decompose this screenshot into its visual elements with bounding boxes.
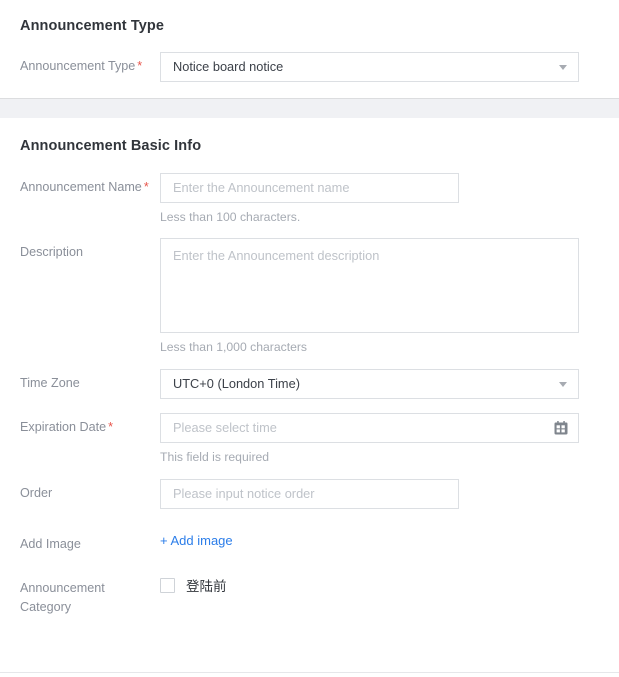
add-image-link[interactable]: + Add image bbox=[160, 530, 233, 548]
label-time-zone-text: Time Zone bbox=[20, 376, 80, 390]
time-zone-value: UTC+0 (London Time) bbox=[173, 376, 300, 391]
label-announcement-category-text: Announcement Category bbox=[20, 581, 105, 614]
helper-description: Less than 1,000 characters bbox=[160, 333, 619, 355]
label-description-text: Description bbox=[20, 245, 83, 259]
helper-expiration-date: This field is required bbox=[160, 443, 619, 465]
time-zone-select[interactable]: UTC+0 (London Time) bbox=[160, 369, 579, 399]
label-announcement-name-text: Announcement Name bbox=[20, 180, 142, 194]
label-announcement-type-text: Announcement Type bbox=[20, 59, 135, 73]
label-expiration-date-text: Expiration Date bbox=[20, 420, 106, 434]
label-add-image-text: Add Image bbox=[20, 537, 81, 551]
form-row-announcement-type: Announcement Type* Notice board notice bbox=[0, 52, 619, 82]
form-row-announcement-name: Announcement Name* Enter the Announcemen… bbox=[0, 173, 619, 225]
section-announcement-basic-info: Announcement Basic Info Announcement Nam… bbox=[0, 118, 619, 617]
order-input[interactable]: Please input notice order bbox=[160, 479, 459, 509]
announcement-name-input[interactable]: Enter the Announcement name bbox=[160, 173, 459, 203]
section-title-announcement-type: Announcement Type bbox=[0, 0, 619, 34]
label-expiration-date: Expiration Date* bbox=[20, 413, 160, 435]
form-row-add-image: Add Image + Add image bbox=[0, 530, 619, 552]
bottom-divider bbox=[0, 672, 619, 673]
control-announcement-name: Enter the Announcement name Less than 10… bbox=[160, 173, 619, 225]
form-row-description: Description Enter the Announcement descr… bbox=[0, 238, 619, 355]
control-announcement-type: Notice board notice bbox=[160, 52, 619, 82]
label-time-zone: Time Zone bbox=[20, 369, 160, 391]
label-order: Order bbox=[20, 479, 160, 501]
control-add-image: + Add image bbox=[160, 530, 619, 550]
section-title-announcement-basic-info: Announcement Basic Info bbox=[0, 118, 619, 154]
control-description: Enter the Announcement description Less … bbox=[160, 238, 619, 355]
announcement-type-value: Notice board notice bbox=[173, 59, 283, 74]
form-row-announcement-category: Announcement Category 登陆前 bbox=[0, 573, 619, 617]
checkbox-label-denglu-qian: 登陆前 bbox=[186, 575, 227, 595]
helper-announcement-name: Less than 100 characters. bbox=[160, 203, 619, 225]
announcement-type-select[interactable]: Notice board notice bbox=[160, 52, 579, 82]
checkbox-denglu-qian[interactable] bbox=[160, 578, 175, 593]
expiration-date-placeholder-text: Please select time bbox=[173, 420, 277, 435]
control-time-zone: UTC+0 (London Time) bbox=[160, 369, 619, 399]
section-divider-band bbox=[0, 98, 619, 118]
required-asterisk: * bbox=[108, 420, 113, 434]
section-announcement-type: Announcement Type Announcement Type* Not… bbox=[0, 0, 619, 82]
form-row-time-zone: Time Zone UTC+0 (London Time) bbox=[0, 369, 619, 399]
label-announcement-name: Announcement Name* bbox=[20, 173, 160, 195]
description-textarea[interactable]: Enter the Announcement description bbox=[160, 238, 579, 333]
announcement-form-page: Announcement Type Announcement Type* Not… bbox=[0, 0, 619, 677]
label-description: Description bbox=[20, 238, 160, 260]
form-row-order: Order Please input notice order bbox=[0, 479, 619, 509]
label-add-image: Add Image bbox=[20, 530, 160, 552]
control-order: Please input notice order bbox=[160, 479, 619, 509]
form-row-expiration-date: Expiration Date* Please select time This… bbox=[0, 413, 619, 465]
control-announcement-category: 登陆前 bbox=[160, 573, 619, 595]
calendar-icon[interactable] bbox=[554, 421, 568, 435]
control-expiration-date: Please select time This field is require… bbox=[160, 413, 619, 465]
chevron-down-icon bbox=[559, 382, 567, 387]
chevron-down-icon bbox=[559, 65, 567, 70]
required-asterisk: * bbox=[144, 180, 149, 194]
announcement-category-checkbox-group[interactable]: 登陆前 bbox=[160, 573, 619, 595]
required-asterisk: * bbox=[137, 59, 142, 73]
label-announcement-type: Announcement Type* bbox=[20, 52, 160, 74]
label-order-text: Order bbox=[20, 486, 52, 500]
label-announcement-category: Announcement Category bbox=[20, 573, 160, 617]
expiration-date-input[interactable]: Please select time bbox=[160, 413, 579, 443]
